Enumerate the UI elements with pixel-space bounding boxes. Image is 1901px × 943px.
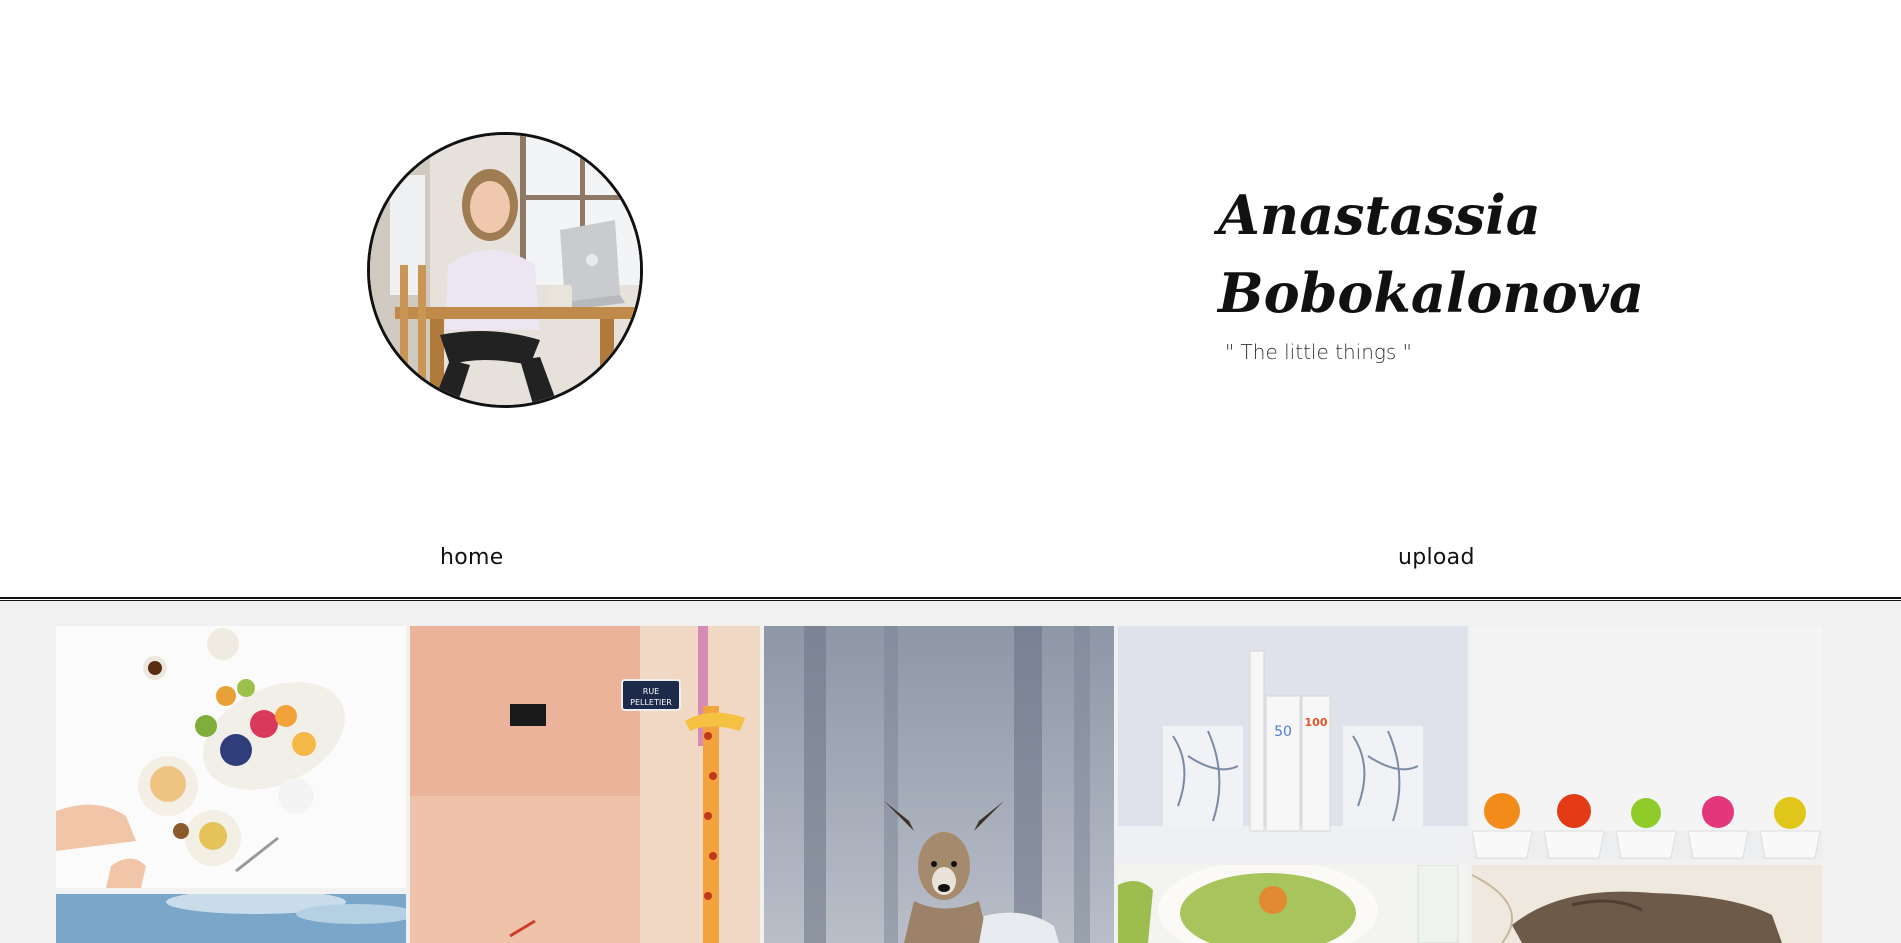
gallery-photo-pink-wall[interactable]: RUE PELLETIER — [410, 626, 760, 943]
gallery-photo-elephant[interactable] — [1472, 865, 1822, 943]
nav-home-link[interactable]: home — [440, 545, 504, 570]
gallery-photo-breakfast[interactable] — [56, 626, 406, 888]
profile-name: Anastassia Bobokalonova — [1218, 176, 1644, 332]
gallery-photo-soup[interactable] — [1118, 865, 1468, 943]
profile-name-line1: Anastassia — [1218, 183, 1541, 247]
profile-avatar — [367, 132, 643, 408]
profile-header: Anastassia Bobokalonova " The little thi… — [0, 0, 1901, 600]
nav-upload-link[interactable]: upload — [1398, 545, 1475, 570]
gallery-photo-succulents[interactable] — [1472, 626, 1822, 860]
street-sign-line2: PELLETIER — [630, 698, 672, 707]
profile-page: Anastassia Bobokalonova " The little thi… — [0, 0, 1901, 943]
street-sign-line1: RUE — [643, 687, 659, 696]
gallery-photo-books[interactable]: 50 100 — [1118, 626, 1468, 860]
book2-number: 100 — [1305, 716, 1328, 729]
gallery-photo-deer[interactable] — [764, 626, 1114, 943]
gallery-photo-sky[interactable] — [56, 894, 406, 943]
photo-gallery: RUE PELLETIER 50 100 — [0, 601, 1901, 943]
avatar-photo — [370, 135, 640, 405]
profile-name-line2: Bobokalonova — [1218, 261, 1645, 325]
profile-tagline: " The little things " — [1225, 340, 1412, 364]
book1-number: 50 — [1274, 724, 1292, 740]
